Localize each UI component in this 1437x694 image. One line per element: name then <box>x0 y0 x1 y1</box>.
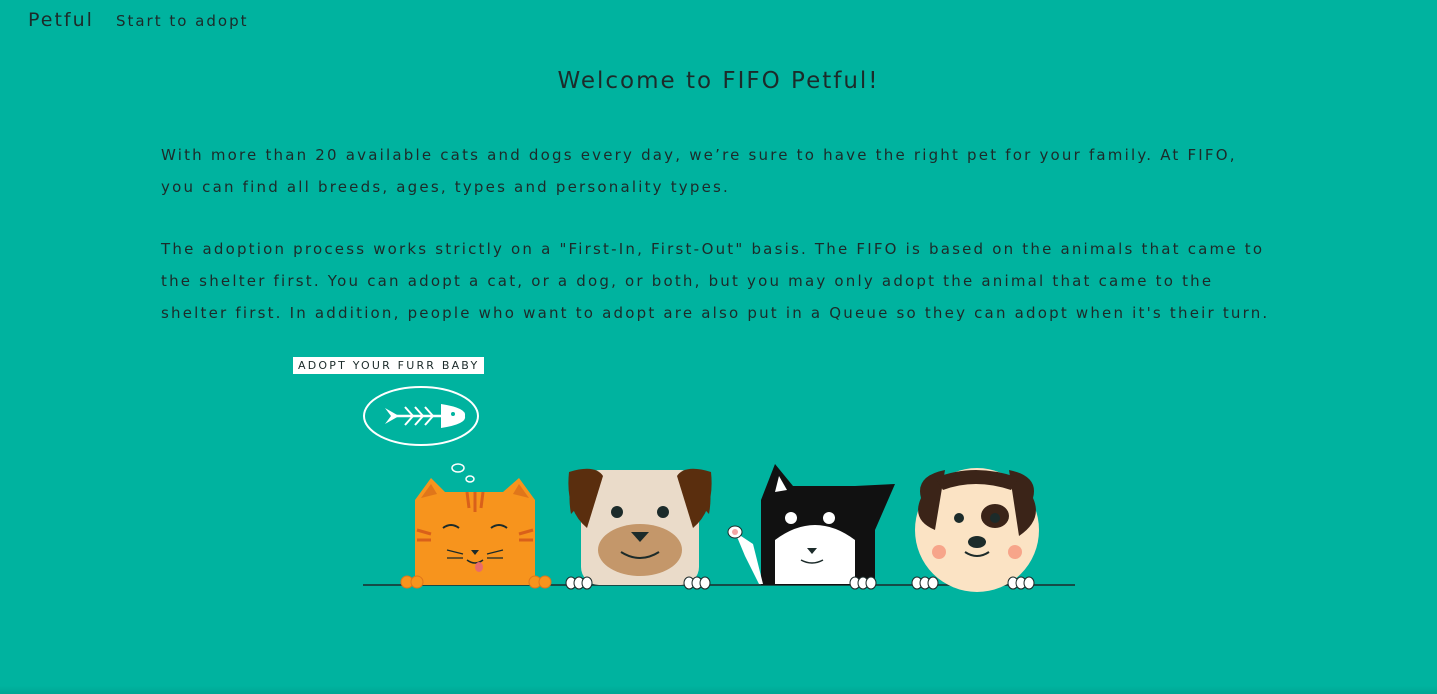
top-nav: Petful Start to adopt <box>28 9 248 31</box>
bottom-shadow <box>0 686 1437 694</box>
page-title: Welcome to FIFO Petful! <box>557 68 880 94</box>
orange-cat-icon <box>400 478 552 589</box>
adopt-button[interactable]: ADOPT YOUR FURR BABY <box>293 357 485 374</box>
tuxedo-cat-icon <box>727 464 895 590</box>
spotted-dog-icon <box>911 468 1039 592</box>
process-paragraph: The adoption process works strictly on a… <box>161 240 1270 322</box>
start-adopt-link[interactable]: Start to adopt <box>116 12 249 30</box>
pug-dog-icon <box>565 468 712 590</box>
fish-bone-bubble-icon <box>363 386 479 483</box>
intro-paragraph: With more than 20 available cats and dog… <box>161 146 1237 196</box>
pets-illustration <box>363 386 1075 592</box>
brand-logo[interactable]: Petful <box>28 9 94 31</box>
